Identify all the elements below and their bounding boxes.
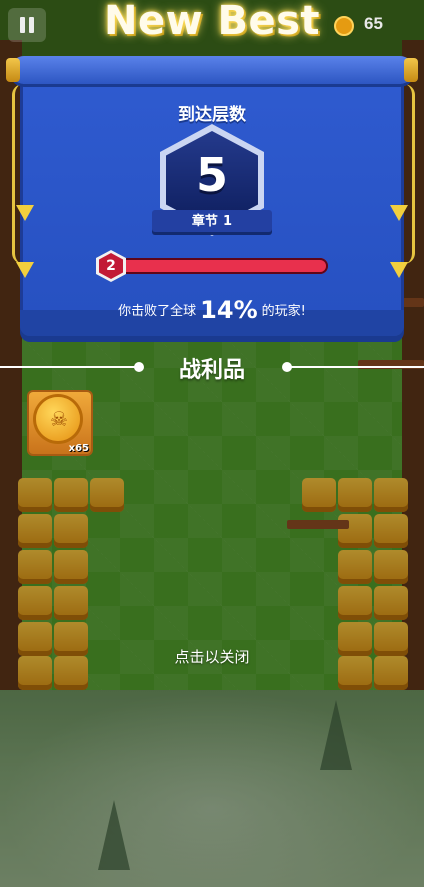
scroll-end-left	[6, 58, 20, 82]
defeat-prefix: 你击败了全球	[118, 304, 197, 319]
defeat-suffix: 的玩家!	[261, 304, 306, 319]
defeat-stat: 你击败了全球 14% 的玩家!	[0, 296, 424, 324]
tap-to-close[interactable]: 点击以关闭	[0, 646, 424, 667]
tassel-icon	[16, 262, 34, 278]
scroll-end-right	[404, 58, 418, 82]
skull-icon: ☠	[50, 407, 68, 431]
new-best-banner: New Best	[103, 0, 321, 44]
skull-coin-icon: ☠	[36, 397, 80, 441]
tassel-icon	[390, 205, 408, 221]
scroll-top-bar	[10, 56, 414, 84]
rank-progress-bar	[110, 258, 328, 274]
rank-progress-fill	[112, 260, 326, 272]
floor-number: 5	[195, 148, 228, 202]
loot-title: 战利品	[178, 358, 245, 383]
chapter-ribbon: 章节 1	[152, 210, 272, 232]
chapter-label: 章节	[191, 214, 218, 229]
loot-item: ☠ x65	[29, 392, 91, 454]
chapter-number: 1	[223, 214, 233, 229]
loot-quantity: x65	[68, 443, 89, 454]
floor-reached-label: 到达层数	[178, 105, 246, 125]
tassel-icon	[16, 205, 34, 221]
tassel-icon	[390, 262, 408, 278]
defeat-percent: 14%	[200, 296, 258, 324]
